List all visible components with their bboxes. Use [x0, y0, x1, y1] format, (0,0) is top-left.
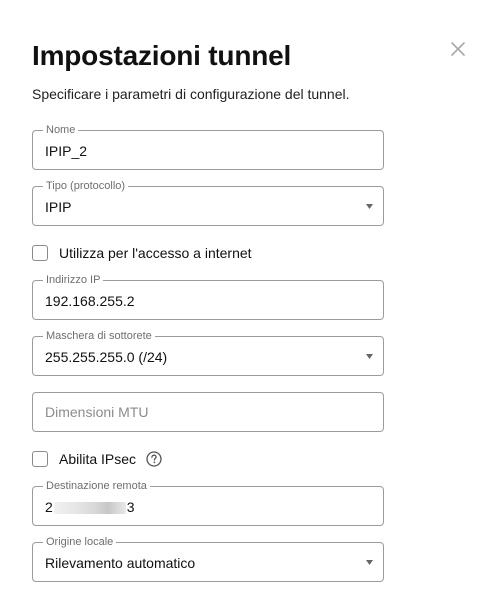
ip-address-value[interactable]: 192.168.255.2 [45, 293, 135, 309]
protocol-select[interactable]: Tipo (protocollo) IPIP [32, 179, 384, 226]
redacted-value [53, 502, 126, 515]
subnet-mask-value[interactable]: 255.255.255.0 (/24) [45, 349, 167, 365]
subnet-mask-label: Maschera di sottorete [43, 329, 155, 343]
name-field-label: Nome [43, 123, 79, 137]
remote-destination-value-end: 3 [126, 499, 135, 515]
chevron-down-icon[interactable] [366, 560, 373, 565]
local-origin-label: Origine locale [43, 535, 117, 549]
remote-destination-label: Destinazione remota [43, 479, 150, 493]
remote-destination-field[interactable]: Destinazione remota 23 [32, 479, 384, 526]
name-field[interactable]: Nome IPIP_2 [32, 123, 384, 170]
ipsec-checkbox[interactable] [32, 451, 48, 467]
chevron-down-icon[interactable] [366, 204, 373, 209]
chevron-down-icon[interactable] [366, 354, 373, 359]
subnet-mask-select[interactable]: Maschera di sottorete 255.255.255.0 (/24… [32, 329, 384, 376]
local-origin-value[interactable]: Rilevamento automatico [45, 555, 195, 571]
protocol-select-label: Tipo (protocollo) [43, 179, 129, 193]
close-icon[interactable] [449, 40, 467, 58]
ip-address-field[interactable]: Indirizzo IP 192.168.255.2 [32, 273, 384, 320]
name-field-value[interactable]: IPIP_2 [45, 143, 87, 159]
page-subtitle: Specificare i parametri di configurazion… [32, 86, 350, 102]
remote-destination-value-start: 2 [45, 499, 53, 515]
ipsec-row[interactable]: Abilita IPsec [32, 449, 162, 469]
remote-destination-value[interactable]: 23 [45, 499, 135, 515]
internet-access-label[interactable]: Utilizza per l'accesso a internet [59, 245, 252, 261]
local-origin-select[interactable]: Origine locale Rilevamento automatico [32, 535, 384, 582]
mtu-field[interactable]: Dimensioni MTU [32, 392, 384, 432]
internet-access-checkbox[interactable] [32, 245, 48, 261]
ipsec-label[interactable]: Abilita IPsec [59, 451, 136, 467]
tunnel-settings-panel: Impostazioni tunnel Specificare i parame… [0, 0, 500, 614]
ip-address-label: Indirizzo IP [43, 273, 104, 287]
protocol-select-value[interactable]: IPIP [45, 199, 71, 215]
mtu-placeholder[interactable]: Dimensioni MTU [45, 404, 148, 420]
page-title: Impostazioni tunnel [32, 40, 292, 71]
help-icon[interactable] [146, 451, 162, 467]
internet-access-row[interactable]: Utilizza per l'accesso a internet [32, 243, 252, 263]
